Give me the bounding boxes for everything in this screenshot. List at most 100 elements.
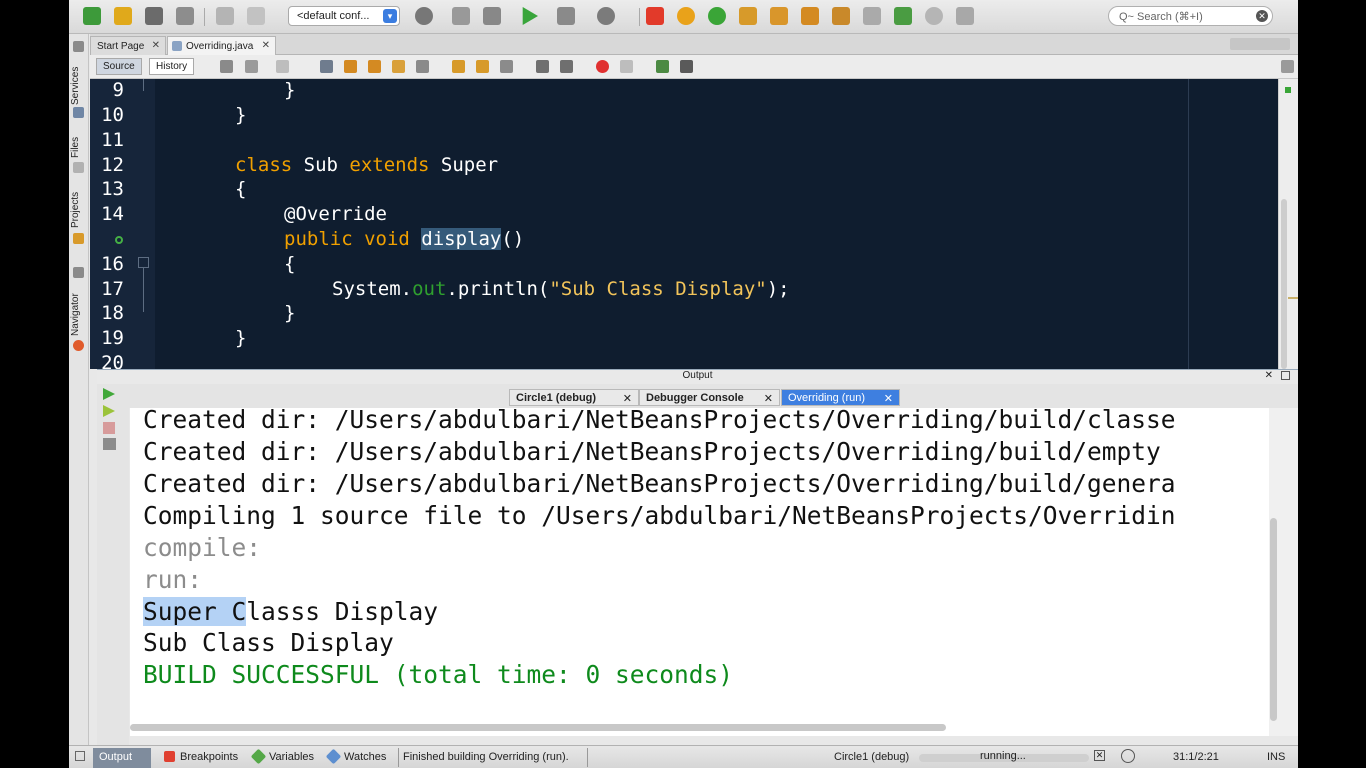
stop-macro-icon[interactable]	[620, 60, 633, 73]
scroll-thumb[interactable]	[1270, 518, 1277, 721]
tab-projects[interactable]: Projects	[70, 188, 88, 232]
restore-icon[interactable]	[75, 751, 85, 761]
previous-bookmark-icon[interactable]	[452, 60, 465, 73]
run-icon[interactable]	[522, 7, 538, 25]
code-line: {	[235, 178, 247, 200]
save-all-icon[interactable]	[176, 7, 194, 25]
split-editor-icon[interactable]	[1281, 60, 1294, 73]
stop-icon[interactable]	[103, 422, 115, 434]
step-over-icon[interactable]	[739, 7, 757, 25]
record-macro-icon[interactable]	[596, 60, 609, 73]
method-call: .println(	[446, 278, 550, 300]
highlight-icon[interactable]	[392, 60, 405, 73]
status-tab-breakpoints[interactable]: Breakpoints	[164, 751, 238, 763]
source-button[interactable]: Source	[96, 58, 142, 75]
tab-navigator[interactable]: Navigator	[70, 290, 88, 340]
cancel-icon[interactable]: ✕	[1094, 750, 1105, 761]
run-to-cursor-icon[interactable]	[863, 7, 881, 25]
rerun-icon[interactable]	[103, 388, 115, 400]
comment-icon[interactable]	[656, 60, 669, 73]
rerun-with-params-icon[interactable]	[103, 405, 115, 417]
notification-icon[interactable]	[1121, 749, 1135, 763]
projects-icon	[73, 233, 84, 244]
continue-icon[interactable]	[708, 7, 726, 25]
warning-marker[interactable]	[1288, 297, 1298, 299]
line-number: 9	[112, 79, 124, 101]
restore-icon[interactable]	[73, 267, 84, 278]
side-bar: Services Files Projects Navigator	[69, 34, 89, 745]
code-line: @Override	[284, 203, 387, 225]
tab-services[interactable]: Services	[70, 62, 88, 110]
clean-build-icon[interactable]	[483, 7, 501, 25]
close-icon[interactable]: ✕	[764, 392, 773, 405]
code-editor[interactable]: 9 10 11 12 13 14 16 17 18 19 20 } } clas…	[90, 79, 1298, 369]
find-next-icon[interactable]	[368, 60, 381, 73]
tab-overriding-run[interactable]: Overriding (run) ✕	[781, 389, 900, 406]
configuration-select[interactable]: <default conf... ▾	[288, 6, 400, 26]
step-out-icon[interactable]	[832, 7, 850, 25]
close-icon[interactable]: ✕	[1265, 370, 1273, 381]
find-previous-icon[interactable]	[344, 60, 357, 73]
tab-navigation-controls[interactable]	[1230, 38, 1290, 50]
tab-files[interactable]: Files	[70, 132, 88, 162]
close-icon[interactable]: ✕	[152, 40, 160, 51]
open-project-icon[interactable]	[145, 7, 163, 25]
line-number: 20	[101, 352, 124, 369]
watches-icon	[325, 748, 342, 765]
new-file-icon[interactable]	[83, 7, 101, 25]
pause-icon[interactable]	[677, 7, 695, 25]
step-into-icon[interactable]	[801, 7, 819, 25]
redo-icon[interactable]	[247, 7, 265, 25]
tab-start-page[interactable]: Start Page ✕	[90, 36, 166, 55]
override-marker-icon[interactable]	[115, 236, 123, 244]
status-tab-variables[interactable]: Variables	[250, 748, 314, 765]
tab-circle1-debug[interactable]: Circle1 (debug) ✕	[509, 389, 639, 406]
stop-icon[interactable]	[646, 7, 664, 25]
back-icon[interactable]	[245, 60, 258, 73]
history-button[interactable]: History	[149, 58, 195, 75]
output-vertical-scrollbar[interactable]	[1269, 408, 1298, 736]
new-project-icon[interactable]	[114, 7, 132, 25]
apply-code-changes-icon[interactable]	[894, 7, 912, 25]
hammer-icon[interactable]	[452, 7, 470, 25]
toggle-search-icon[interactable]	[416, 60, 429, 73]
forward-icon[interactable]	[276, 60, 289, 73]
restore-icon[interactable]	[73, 41, 84, 52]
editor-error-stripe[interactable]	[1278, 79, 1298, 369]
fold-icon[interactable]	[138, 257, 149, 268]
output-line: Compiling 1 source file to /Users/abdulb…	[143, 501, 1176, 530]
output-horizontal-scrollbar[interactable]	[130, 724, 946, 731]
close-icon[interactable]: ✕	[623, 392, 632, 405]
code-line: }	[235, 327, 247, 349]
undo-icon[interactable]	[216, 7, 234, 25]
profile-icon[interactable]	[597, 7, 615, 25]
close-icon[interactable]: ✕	[1256, 10, 1268, 22]
tab-overriding-java[interactable]: Overriding.java ✕	[167, 36, 276, 55]
output-console[interactable]: Created dir: /Users/abdulbari/NetBeansPr…	[130, 408, 1269, 736]
close-icon[interactable]: ✕	[884, 392, 893, 405]
take-gui-snapshot-icon[interactable]	[956, 7, 974, 25]
status-tab-watches[interactable]: Watches	[325, 748, 387, 765]
shift-left-icon[interactable]	[536, 60, 549, 73]
code-line: System.out.println("Sub Class Display");	[332, 278, 790, 300]
toggle-bookmark-icon[interactable]	[500, 60, 513, 73]
step-over-expression-icon[interactable]	[770, 7, 788, 25]
next-bookmark-icon[interactable]	[476, 60, 489, 73]
debug-project-icon[interactable]	[557, 7, 575, 25]
status-tab-output[interactable]: Output	[93, 748, 151, 768]
tab-debugger-console[interactable]: Debugger Console ✕	[639, 389, 780, 406]
ide-window: <default conf... ▾ Q~ Search (⌘+I) ✕ Ser…	[69, 0, 1298, 768]
maximize-icon[interactable]	[1281, 371, 1290, 380]
take-snapshot-icon[interactable]	[925, 7, 943, 25]
close-icon[interactable]: ✕	[262, 40, 270, 51]
last-edit-icon[interactable]	[220, 60, 233, 73]
uncomment-icon[interactable]	[680, 60, 693, 73]
settings-icon[interactable]	[103, 438, 116, 450]
find-icon[interactable]	[320, 60, 333, 73]
editor-scroll-thumb[interactable]	[1281, 199, 1287, 369]
status-tab-label: Watches	[344, 751, 387, 763]
search-input[interactable]: Q~ Search (⌘+I) ✕	[1108, 6, 1273, 26]
status-bar: Output Breakpoints Variables Watches Fin…	[69, 745, 1298, 768]
globe-icon[interactable]	[415, 7, 433, 25]
shift-right-icon[interactable]	[560, 60, 573, 73]
